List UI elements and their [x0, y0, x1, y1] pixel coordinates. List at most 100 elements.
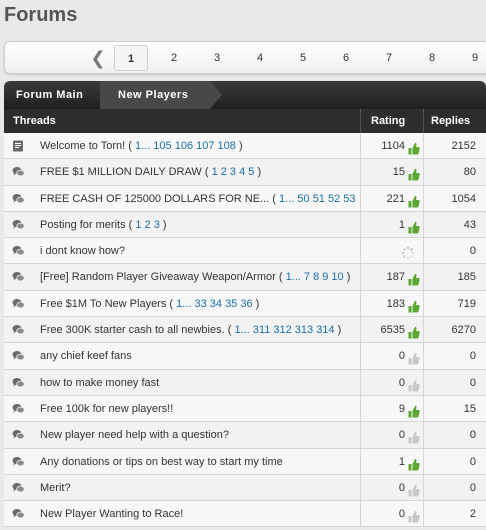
table-row[interactable]: Any donations or tips on best way to sta… [4, 448, 486, 475]
table-row[interactable]: i dont know how? 0 [4, 238, 486, 265]
table-row[interactable]: Merit? 0 0 [4, 474, 486, 502]
thumbs-up-icon[interactable] [408, 481, 420, 497]
table-row[interactable]: FREE $1 MILLION DAILY DRAW ( 1 2 3 4 5 )… [4, 159, 486, 186]
rating-value: 0 [398, 376, 405, 389]
thread-title-link[interactable]: Free 300K starter cash to all newbies. [40, 324, 225, 336]
thread-title-cell: FREE CASH OF 125000 DOLLARS FOR NE... ( … [40, 186, 358, 212]
thumbs-up-icon[interactable] [408, 323, 420, 339]
rating-cell: 6535 [360, 317, 423, 344]
table-row[interactable]: Free $1M To New Players ( 1... 33 34 35 … [4, 290, 486, 318]
thread-page-links[interactable]: 1... 7 8 9 10 [286, 271, 344, 283]
thread-title-link[interactable]: i dont know how? [40, 245, 125, 257]
thread-page-links[interactable]: 1... 311 312 313 314 [234, 324, 334, 336]
rating-cell: 0 [360, 343, 423, 370]
rating-cell: 221 [360, 185, 423, 212]
thumbs-up-icon[interactable] [408, 376, 420, 392]
page-list-open-paren: ( [166, 297, 177, 310]
breadcrumb-forum-main[interactable]: Forum Main [4, 81, 100, 109]
replies-count: 43 [423, 211, 486, 238]
chat-bubbles-icon [12, 298, 25, 310]
table-row[interactable]: how to make money fast 0 0 [4, 369, 486, 396]
thumbs-up-icon[interactable] [408, 297, 420, 313]
thread-title-link[interactable]: FREE CASH OF 125000 DOLLARS FOR NE... [40, 193, 269, 205]
page-list-close-paren: ) [334, 324, 342, 337]
page-link-2[interactable]: 2 [157, 45, 191, 71]
rating-value: 1 [398, 218, 405, 231]
thread-title-link[interactable]: New Player Wanting to Race! [40, 508, 183, 520]
rating-value: 15 [392, 166, 405, 179]
header-replies[interactable]: Replies [423, 109, 486, 133]
page-link-5[interactable]: 5 [286, 45, 320, 71]
header-threads[interactable]: Threads [13, 109, 56, 133]
page-list-close-paren: ) [343, 271, 351, 284]
table-row[interactable]: Free 300K starter cash to all newbies. (… [4, 317, 486, 344]
page-link-7[interactable]: 7 [372, 45, 406, 71]
page-link-3[interactable]: 3 [200, 45, 234, 71]
thumbs-up-icon[interactable] [408, 139, 420, 155]
replies-count: 6270 [423, 317, 486, 344]
chevron-left-icon[interactable]: ❮ [88, 47, 108, 69]
thread-title-link[interactable]: [Free] Random Player Giveaway Weapon/Arm… [40, 271, 276, 283]
rating-value: 1 [398, 455, 405, 468]
chat-bubbles-icon [12, 193, 25, 205]
table-row[interactable]: New Player Wanting to Race! 0 2 [4, 501, 486, 528]
table-header: Threads Rating Replies [4, 109, 486, 133]
thread-title-link[interactable]: Any donations or tips on best way to sta… [40, 456, 283, 468]
thread-title-link[interactable]: FREE $1 MILLION DAILY DRAW [40, 166, 202, 178]
page-link-8[interactable]: 8 [415, 45, 449, 71]
table-row[interactable]: [Free] Random Player Giveaway Weapon/Arm… [4, 264, 486, 291]
breadcrumb-arrow [210, 81, 222, 109]
rating-cell: 1 [360, 211, 423, 238]
thumbs-up-icon[interactable] [408, 455, 420, 471]
page-link-1[interactable]: 1 [114, 45, 148, 71]
breadcrumb-new-players[interactable]: New Players [100, 81, 210, 109]
thread-title-cell: New player need help with a question? [40, 422, 358, 448]
table-row[interactable]: Free 100k for new players!! 9 15 [4, 395, 486, 423]
thread-title-link[interactable]: New player need help with a question? [40, 429, 229, 441]
thumbs-up-icon[interactable] [408, 507, 420, 523]
thumbs-up-icon[interactable] [408, 270, 420, 286]
thread-title-link[interactable]: Welcome to Torn! [40, 140, 125, 152]
table-row[interactable]: Welcome to Torn! ( 1... 105 106 107 108 … [4, 133, 486, 160]
rating-value: 0 [398, 429, 405, 442]
rating-cell: 183 [360, 290, 423, 317]
thumbs-up-icon[interactable] [408, 192, 420, 208]
page-link-9[interactable]: 9 [458, 45, 486, 71]
page-link-6[interactable]: 6 [329, 45, 363, 71]
thumbs-up-icon[interactable] [408, 349, 420, 365]
header-rating[interactable]: Rating [360, 109, 423, 133]
page-link-4[interactable]: 4 [243, 45, 277, 71]
table-row[interactable]: Posting for merits ( 1 2 3 ) 1 43 [4, 211, 486, 239]
thumbs-up-icon[interactable] [408, 218, 420, 234]
rating-cell: 0 [360, 501, 423, 528]
replies-count: 15 [423, 395, 486, 422]
table-row[interactable]: New player need help with a question? 0 0 [4, 422, 486, 449]
replies-count: 719 [423, 290, 486, 317]
thread-page-links[interactable]: 1... 105 106 107 108 [135, 140, 236, 152]
thread-title-cell: New Player Wanting to Race! [40, 501, 358, 527]
page-list-open-paren: ( [125, 140, 135, 152]
thread-page-links[interactable]: 1... 50 51 52 53 [279, 193, 355, 205]
thread-title-link[interactable]: any chief keef fans [40, 350, 132, 362]
thread-title-cell: i dont know how? [40, 238, 358, 264]
replies-count: 1054 [423, 185, 486, 212]
thumbs-up-icon[interactable] [408, 402, 420, 418]
table-row[interactable]: any chief keef fans 0 0 [4, 343, 486, 370]
thread-title-link[interactable]: Posting for merits [40, 219, 126, 231]
thread-title-link[interactable]: Free $1M To New Players [40, 298, 166, 310]
thread-page-links[interactable]: 1... 33 34 35 36 [176, 298, 252, 310]
thumbs-up-icon[interactable] [408, 428, 420, 444]
table-row[interactable]: FREE CASH OF 125000 DOLLARS FOR NE... ( … [4, 185, 486, 212]
thread-title-cell: Merit? [40, 475, 358, 501]
thread-page-links[interactable]: 1 2 3 4 5 [212, 166, 255, 178]
breadcrumb: Forum Main New Players [4, 81, 486, 109]
thumbs-up-icon[interactable] [408, 165, 420, 181]
thread-title-link[interactable]: Merit? [40, 482, 71, 494]
thread-page-links[interactable]: 1 2 3 [135, 219, 159, 231]
thread-title-link[interactable]: Free 100k for new players!! [40, 403, 173, 415]
chat-bubbles-icon [12, 429, 25, 441]
page-list-close-paren: ) [159, 218, 167, 231]
page-list-open-paren: ( [125, 218, 136, 231]
rating-cell: 9 [360, 395, 423, 422]
thread-title-link[interactable]: how to make money fast [40, 377, 159, 389]
